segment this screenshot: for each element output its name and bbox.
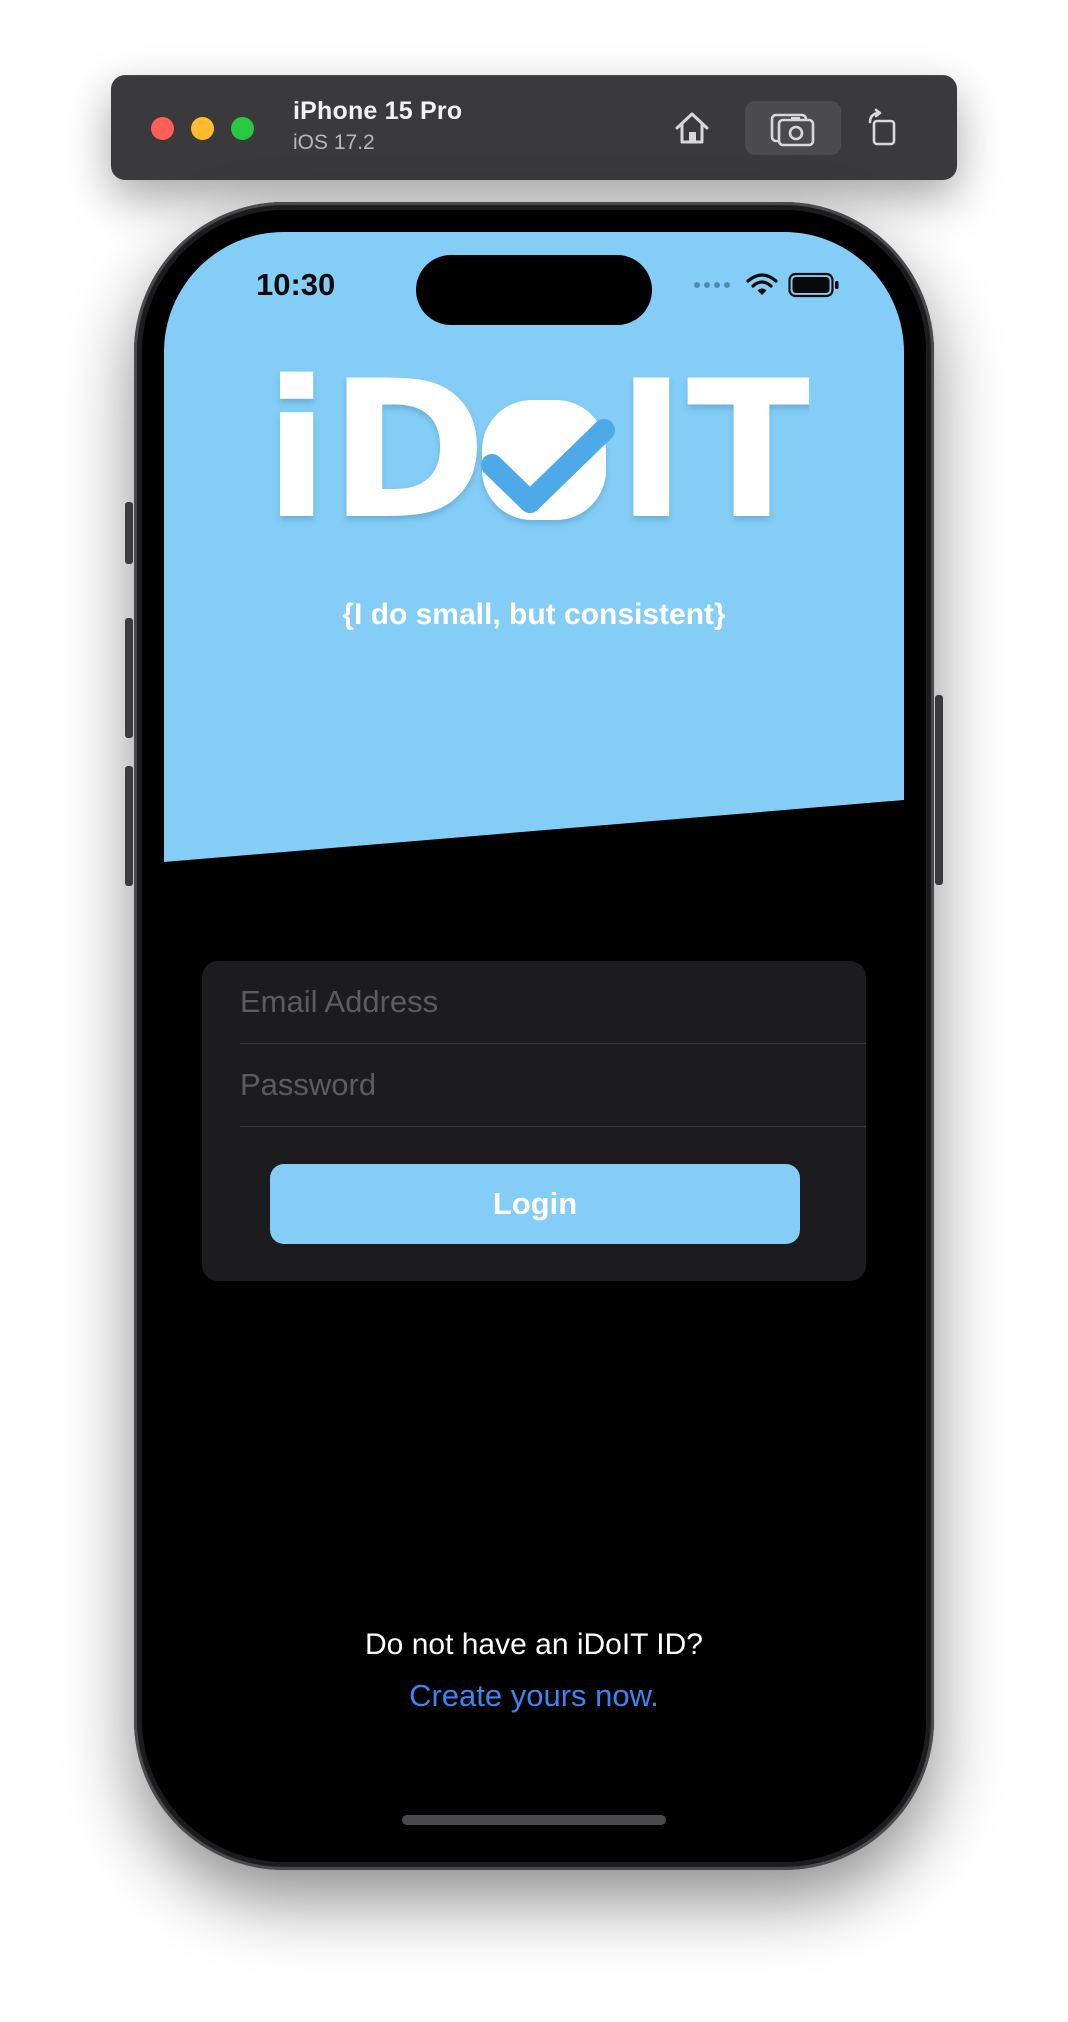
wifi-icon xyxy=(746,273,778,295)
simulator-toolbar: iPhone 15 Pro iOS 17.2 xyxy=(111,75,957,180)
cellular-signal-icon xyxy=(694,282,730,288)
status-icons xyxy=(694,272,840,298)
close-window-button[interactable] xyxy=(151,117,174,140)
rotate-button[interactable] xyxy=(855,101,911,155)
home-icon xyxy=(675,112,709,144)
screenshot-button[interactable] xyxy=(745,101,841,155)
home-indicator[interactable] xyxy=(402,1815,666,1825)
app-logo: iD IT xyxy=(264,350,809,550)
logo-text-left: iD xyxy=(264,350,487,550)
os-version: iOS 17.2 xyxy=(293,131,375,154)
power-button xyxy=(935,695,943,885)
device-name: iPhone 15 Pro xyxy=(293,97,463,125)
tagline: {I do small, but consistent} xyxy=(342,598,726,631)
action-button xyxy=(125,502,133,564)
password-field-row xyxy=(240,1044,866,1127)
dynamic-island xyxy=(416,255,652,325)
volume-down-button xyxy=(125,766,133,886)
email-input[interactable] xyxy=(240,961,866,1043)
battery-icon xyxy=(788,272,839,298)
app-screen: 10:30 iD IT {I do small, but consistent}… xyxy=(164,232,904,1840)
login-card: Login xyxy=(202,961,866,1281)
email-field-row xyxy=(240,961,866,1044)
logo-text-right: IT xyxy=(616,350,809,550)
signup-prompt: Do not have an iDoIT ID? xyxy=(365,1628,703,1661)
zoom-window-button[interactable] xyxy=(231,117,254,140)
password-input[interactable] xyxy=(240,1044,866,1126)
login-button[interactable]: Login xyxy=(270,1164,800,1244)
volume-up-button xyxy=(125,618,133,738)
home-button[interactable] xyxy=(664,101,720,155)
rotate-icon xyxy=(868,108,896,146)
minimize-window-button[interactable] xyxy=(191,117,214,140)
create-account-link[interactable]: Create yours now. xyxy=(164,1678,904,1714)
status-time: 10:30 xyxy=(256,267,336,302)
screenshot-icon xyxy=(770,113,815,147)
